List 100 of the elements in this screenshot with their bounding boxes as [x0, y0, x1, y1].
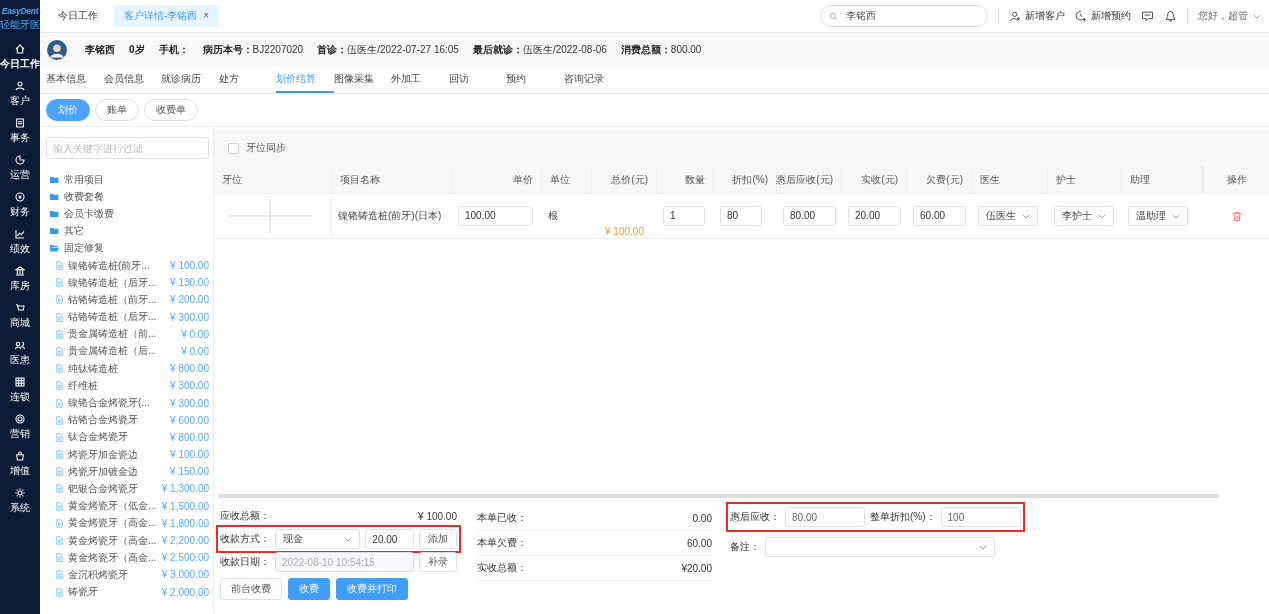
nav-icon	[14, 486, 26, 499]
discount-input[interactable]: 100	[940, 507, 1021, 527]
tree-folder[interactable]: 其它	[46, 222, 209, 240]
close-icon[interactable]: ×	[203, 10, 210, 21]
header-action[interactable]	[1141, 9, 1154, 23]
payment-method-select[interactable]: 现金	[275, 529, 361, 549]
sidebar-item[interactable]: 增值	[10, 445, 30, 482]
price-input[interactable]: 100.00	[458, 206, 533, 226]
paid-input[interactable]: 20.00	[848, 206, 901, 226]
detail-tab[interactable]: 预约	[506, 67, 564, 93]
column-header: 医生	[972, 166, 1048, 193]
quantity-input[interactable]: 1	[663, 206, 705, 226]
tree-item[interactable]: 钴铬铸造桩（前牙... ¥ 200.00	[46, 291, 209, 309]
sidebar-item[interactable]: 营销	[10, 408, 30, 445]
tree-item[interactable]: 钴铬铸造桩（后牙... ¥ 300.00	[46, 308, 209, 326]
tree-item[interactable]: 黄金烤瓷牙（高金... ¥ 2,500.00	[46, 549, 209, 567]
action-button[interactable]: 前台收费	[220, 578, 282, 600]
doctor-select[interactable]: 伍医生	[978, 206, 1038, 226]
owed-input[interactable]: 60.00	[913, 206, 966, 226]
file-icon	[56, 261, 63, 271]
detail-tab[interactable]: 回访	[448, 67, 506, 93]
sidebar-item[interactable]: 连锁	[10, 371, 30, 408]
tree-folder[interactable]: 固定修复	[46, 239, 209, 257]
sidebar-item[interactable]: 医患	[10, 334, 30, 371]
tree-item[interactable]: 贵金属铸造桩（后... ¥ 0.00	[46, 342, 209, 361]
detail-tab[interactable]: 咨询记录	[563, 67, 621, 93]
file-icon	[56, 518, 63, 528]
sidebar-item[interactable]: 财务	[10, 186, 30, 223]
tree-folder[interactable]: 会员卡缴费	[46, 205, 209, 223]
tree-item[interactable]: 烤瓷牙加镀金边 ¥ 150.00	[46, 463, 209, 481]
column-header: 实收(元)	[842, 166, 907, 193]
sidebar-item[interactable]: 系统	[10, 482, 30, 519]
amount-input[interactable]: 80.00	[785, 507, 865, 527]
tree-item[interactable]: 纤维桩 ¥ 300.00	[46, 377, 209, 395]
tree-item[interactable]: 金沉积烤瓷牙 ¥ 3,000.00	[46, 566, 209, 584]
sidebar-item[interactable]: 库房	[10, 260, 30, 297]
sidebar-item[interactable]: 绩效	[10, 223, 30, 260]
tree-item[interactable]: 黄金烤瓷牙（高金... ¥ 1,800.00	[46, 514, 209, 532]
tree-item[interactable]: 贵金属铸造桩（前... ¥ 0.00	[46, 325, 209, 343]
tree-folder[interactable]: 常用项目	[46, 171, 209, 189]
nav-icon	[14, 412, 26, 425]
detail-tab[interactable]: 处方	[218, 67, 276, 93]
detail-tab[interactable]: 就诊病历	[161, 67, 219, 93]
sync-checkbox[interactable]: 牙位同步	[228, 141, 286, 155]
page-tab[interactable]: 客户详情-李铭西 ×	[114, 5, 220, 27]
patient-field: 病历本号：BJ2207020	[202, 43, 304, 57]
file-icon	[56, 364, 63, 374]
tree-item[interactable]: 黄金烤瓷牙（低金... ¥ 1,500.00	[46, 497, 209, 515]
file-icon	[56, 587, 63, 597]
nav-icon	[14, 375, 26, 388]
sub-tab[interactable]: 账单	[95, 99, 139, 121]
sidebar-item[interactable]: 事务	[10, 112, 30, 149]
tree-item[interactable]: 纯钛铸造桩 ¥ 800.00	[46, 360, 209, 378]
tree-item[interactable]: 烤瓷牙加金瓷边 ¥ 100.00	[46, 446, 209, 464]
detail-tab[interactable]: 外加工	[391, 67, 449, 93]
nurse-select[interactable]: 李护士	[1054, 206, 1114, 226]
scrollbar[interactable]	[218, 494, 1219, 498]
file-icon	[56, 278, 63, 288]
tree-item[interactable]: 钯银合金烤瓷牙 ¥ 1,300.00	[46, 480, 209, 498]
tree-item[interactable]: 铸瓷牙 ¥ 2,000.00	[46, 583, 209, 601]
brand-subtitle: 轻能牙医	[0, 18, 40, 32]
caret-icon	[1253, 13, 1261, 19]
tree-item[interactable]: 黄金烤瓷牙（高金... ¥ 2,200.00	[46, 531, 209, 550]
discount-input[interactable]: 80	[720, 206, 762, 226]
backfill-button[interactable]: 补录	[419, 552, 457, 572]
tree-item[interactable]: 镍铬铸造桩(前牙... ¥ 100.00	[46, 256, 209, 275]
amount-input[interactable]: 20.00	[365, 529, 414, 549]
header-action[interactable]: 新增预约	[1075, 9, 1131, 23]
column-header: 欠费(元)	[907, 166, 972, 193]
sidebar-item[interactable]: 今日工作	[0, 38, 40, 75]
page-tab[interactable]: 今日工作	[48, 5, 108, 27]
avatar	[47, 40, 67, 60]
tree-item[interactable]: 镍铬合金烤瓷牙(... ¥ 300.00	[46, 394, 209, 412]
nav-icon	[14, 190, 26, 203]
detail-tab[interactable]: 图像采集	[333, 67, 391, 93]
header-action[interactable]	[1164, 9, 1177, 23]
column-header: 数量	[657, 166, 714, 193]
file-icon	[56, 501, 63, 511]
user-menu[interactable]: 您好，超管	[1198, 9, 1261, 23]
sidebar-item[interactable]: 客户	[10, 75, 30, 112]
tree-item[interactable]: 镍铬铸造桩（后牙... ¥ 130.00	[46, 274, 209, 292]
tree-folder[interactable]: 收费套餐	[46, 188, 209, 206]
field-label: 整单折扣(%)：	[870, 510, 936, 524]
nav-icon	[14, 227, 26, 240]
tree-item[interactable]: 钴铬合金烤瓷牙 ¥ 600.00	[46, 411, 209, 429]
tree-item[interactable]: 钛合金烤瓷牙 ¥ 800.00	[46, 428, 209, 446]
assistant-select[interactable]: 温助理	[1128, 206, 1188, 226]
delete-icon[interactable]	[1231, 210, 1242, 222]
nav-icon	[14, 116, 26, 129]
sidebar-item[interactable]: 运营	[10, 149, 30, 186]
add-button[interactable]: 添加	[419, 529, 457, 549]
remark-select[interactable]	[765, 537, 995, 557]
detail-tab[interactable]: 会员信息	[103, 67, 161, 93]
detail-tab[interactable]: 基本信息	[46, 67, 104, 93]
header-action[interactable]: 新增客户	[1009, 9, 1065, 23]
file-icon	[56, 312, 63, 322]
sidebar-item[interactable]: 商城	[10, 297, 30, 334]
amount-input[interactable]: 80.00	[783, 206, 836, 226]
sub-tab[interactable]: 收费单	[144, 99, 198, 121]
table-cell-text: 镍铬铸造桩(前牙)(日本)	[337, 209, 443, 223]
